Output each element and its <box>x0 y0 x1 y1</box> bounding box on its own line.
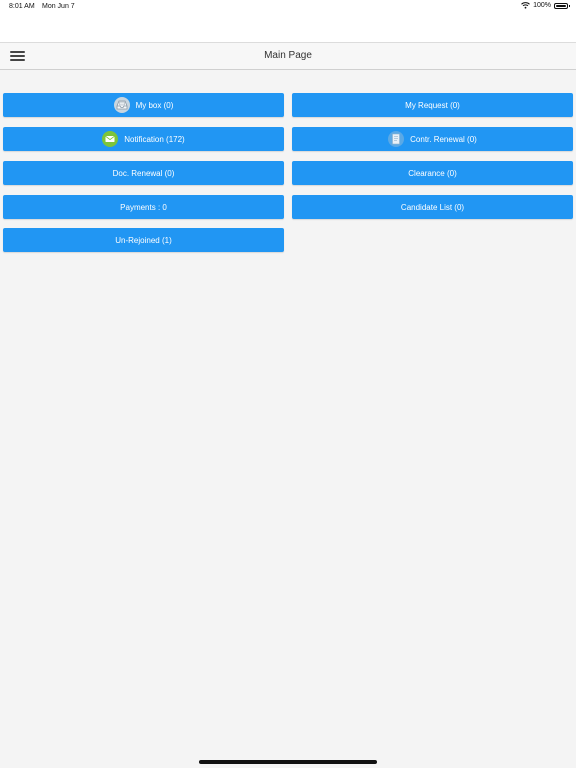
doc-renewal-button[interactable]: Doc. Renewal (0) <box>3 161 284 185</box>
status-time: 8:01 AM <box>9 3 35 10</box>
notification-button[interactable]: Notification (172) <box>3 127 284 151</box>
payments-button[interactable]: Payments : 0 <box>3 195 284 219</box>
payments-label: Payments : 0 <box>120 202 167 212</box>
battery-icon <box>554 2 570 9</box>
status-indicators: 100% <box>521 2 570 9</box>
contr-renewal-label: Contr. Renewal (0) <box>410 134 477 144</box>
un-rejoined-button[interactable]: Un-Rejoined (1) <box>3 228 284 252</box>
page-title: Main Page <box>264 50 312 61</box>
candidate-list-button[interactable]: Candidate List (0) <box>292 195 573 219</box>
wifi-icon <box>521 2 530 9</box>
my-box-label: My box (0) <box>135 100 174 110</box>
envelope-icon <box>102 131 119 147</box>
clearance-label: Clearance (0) <box>408 168 457 178</box>
my-request-button[interactable]: My Request (0) <box>292 93 573 117</box>
inbox-tray-icon <box>113 97 130 113</box>
my-request-label: My Request (0) <box>405 100 460 110</box>
contr-renewal-button[interactable]: Contr. Renewal (0) <box>292 127 573 151</box>
status-bar: 8:01 AM Mon Jun 7 100% <box>0 0 576 14</box>
un-rejoined-label: Un-Rejoined (1) <box>115 235 172 245</box>
doc-renewal-label: Doc. Renewal (0) <box>112 168 175 178</box>
document-icon <box>388 131 405 147</box>
navigation-bar: Main Page <box>0 42 576 70</box>
status-date: Mon Jun 7 <box>42 3 75 10</box>
notification-label: Notification (172) <box>124 134 185 144</box>
header-spacer <box>0 14 576 42</box>
home-indicator[interactable] <box>199 760 377 764</box>
clearance-button[interactable]: Clearance (0) <box>292 161 573 185</box>
candidate-list-label: Candidate List (0) <box>400 202 465 212</box>
battery-percent: 100% <box>533 2 551 9</box>
my-box-button[interactable]: My box (0) <box>3 93 284 117</box>
